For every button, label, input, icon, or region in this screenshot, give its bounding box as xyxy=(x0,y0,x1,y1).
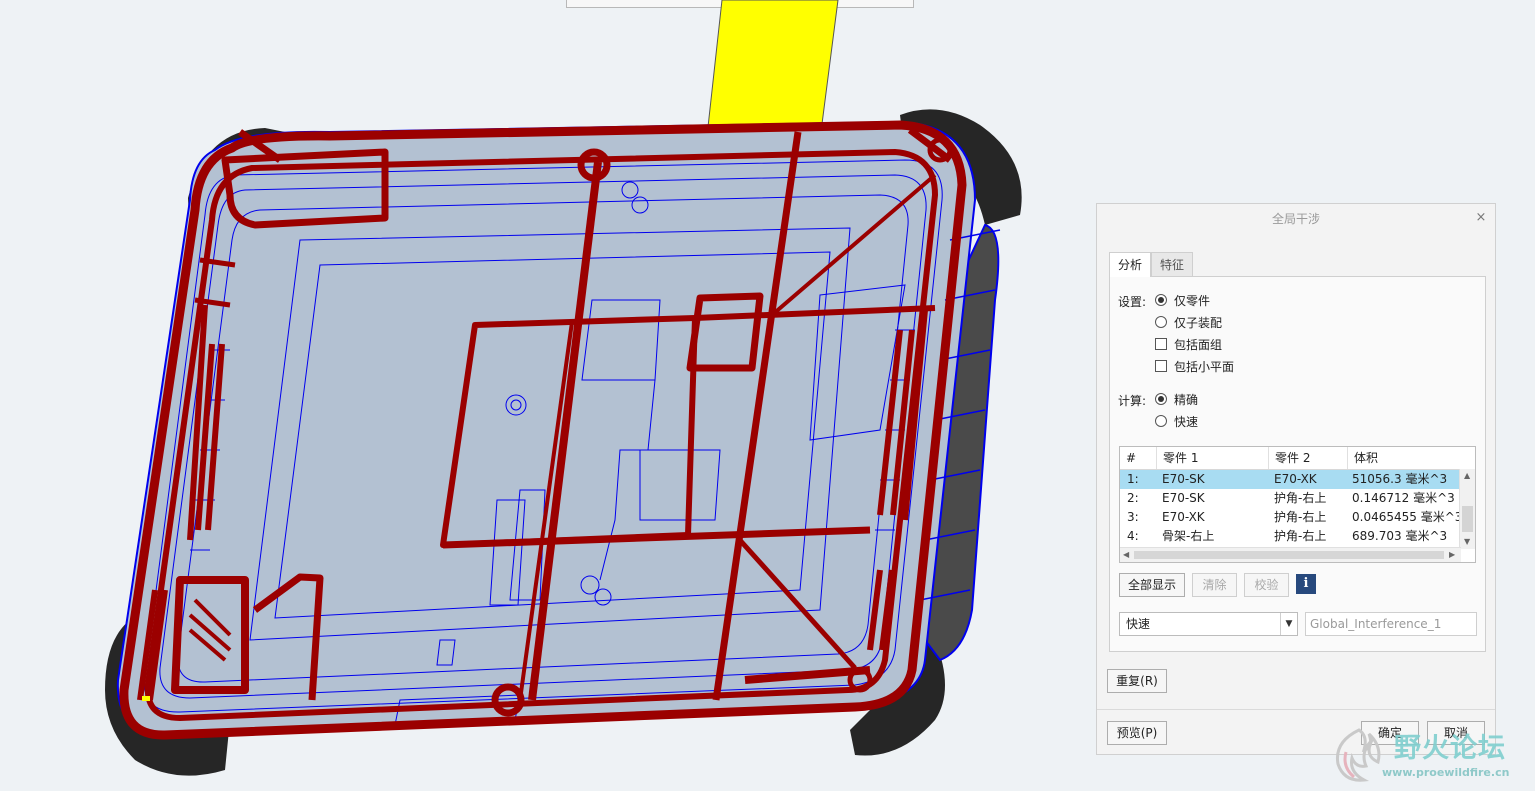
radio-selected-icon xyxy=(1155,393,1167,405)
column-header-part2[interactable]: 零件 2 xyxy=(1268,447,1347,469)
checkbox-icon xyxy=(1155,338,1167,350)
radio-unselected-icon xyxy=(1155,415,1167,427)
row-volume: 51056.3 毫米^3 xyxy=(1352,472,1448,486)
row-part2: 护角-右上 xyxy=(1274,491,1327,505)
tab-analysis[interactable]: 分析 xyxy=(1109,252,1152,277)
show-all-button[interactable]: 全部显示 xyxy=(1119,573,1185,597)
table-row[interactable]: 1: E70-SK E70-XK 51056.3 毫米^3 xyxy=(1120,470,1461,489)
chevron-down-icon: ▼ xyxy=(1280,613,1297,635)
table-vertical-scrollbar[interactable]: ▲ ▼ xyxy=(1459,469,1475,549)
forum-watermark: 野火论坛 www.proewildfire.cn xyxy=(1322,720,1535,791)
radio-subassembly-label: 仅子装配 xyxy=(1174,316,1223,330)
radio-part-only-label: 仅零件 xyxy=(1174,294,1211,308)
column-header-part1[interactable]: 零件 1 xyxy=(1156,447,1268,469)
table-row[interactable]: 2: E70-SK 护角-右上 0.146712 毫米^3 xyxy=(1120,489,1461,508)
scroll-left-icon[interactable]: ◀ xyxy=(1123,550,1129,560)
close-icon[interactable]: × xyxy=(1475,211,1487,224)
vertical-scroll-thumb[interactable] xyxy=(1462,506,1473,532)
radio-quick[interactable]: 快速 xyxy=(1155,413,1198,431)
radio-quick-label: 快速 xyxy=(1174,415,1199,429)
row-part2: E70-XK xyxy=(1274,472,1317,486)
row-volume: 0.146712 毫米^3 xyxy=(1352,491,1455,505)
repeat-button[interactable]: 重复(R) xyxy=(1107,669,1167,693)
checkbox-include-quilts[interactable]: 包括面组 xyxy=(1155,336,1222,354)
radio-subassembly-only[interactable]: 仅子装配 xyxy=(1155,314,1222,332)
row-volume: 0.0465455 毫米^3 xyxy=(1352,510,1463,524)
radio-part-only[interactable]: 仅零件 xyxy=(1155,292,1210,310)
watermark-url: www.proewildfire.cn xyxy=(1382,766,1510,779)
row-part1: E70-SK xyxy=(1162,491,1205,505)
compute-method-value: 快速 xyxy=(1126,617,1151,631)
settings-label: 设置: xyxy=(1118,295,1147,309)
checkbox-icon xyxy=(1155,360,1167,372)
yellow-marker xyxy=(142,696,150,701)
radio-exact-label: 精确 xyxy=(1174,393,1199,407)
info-icon[interactable]: i xyxy=(1296,574,1316,594)
radio-selected-icon xyxy=(1155,294,1167,306)
row-volume: 689.703 毫米^3 xyxy=(1352,529,1448,543)
checkbox-include-facets-label: 包括小平面 xyxy=(1174,360,1235,374)
row-part2: 护角-右上 xyxy=(1274,529,1327,543)
interference-results-table[interactable]: # 零件 1 零件 2 体积 1: E70-SK E70-XK 51056.3 … xyxy=(1119,446,1476,563)
row-number: 2: xyxy=(1127,491,1139,505)
row-part1: 骨架-右上 xyxy=(1162,529,1215,543)
scroll-down-icon[interactable]: ▼ xyxy=(1464,537,1470,547)
table-row[interactable]: 3: E70-XK 护角-右上 0.0465455 毫米^3 xyxy=(1120,508,1463,527)
yellow-datum-plane xyxy=(707,0,839,128)
dialog-title: 全局干涉 xyxy=(1097,204,1495,234)
checkbox-include-facets[interactable]: 包括小平面 xyxy=(1155,358,1234,376)
scroll-up-icon[interactable]: ▲ xyxy=(1464,471,1470,481)
tab-feature[interactable]: 特征 xyxy=(1151,252,1194,276)
watermark-title: 野火论坛 xyxy=(1394,733,1506,764)
table-horizontal-scrollbar[interactable]: ◀ ▶ xyxy=(1120,547,1461,562)
row-part1: E70-SK xyxy=(1162,472,1205,486)
table-header: # 零件 1 零件 2 体积 xyxy=(1120,447,1461,470)
column-header-volume[interactable]: 体积 xyxy=(1347,447,1461,469)
row-number: 3: xyxy=(1127,510,1139,524)
row-part1: E70-XK xyxy=(1162,510,1205,524)
checkbox-include-quilts-label: 包括面组 xyxy=(1174,338,1223,352)
row-part2: 护角-右上 xyxy=(1274,510,1327,524)
scroll-right-icon[interactable]: ▶ xyxy=(1449,550,1455,560)
interference-name-field[interactable]: Global_Interference_1 xyxy=(1305,612,1477,636)
radio-unselected-icon xyxy=(1155,316,1167,328)
compute-method-dropdown[interactable]: 快速 ▼ xyxy=(1119,612,1298,636)
verify-button[interactable]: 校验 xyxy=(1244,573,1289,597)
column-header-number[interactable]: # xyxy=(1120,447,1156,469)
radio-exact[interactable]: 精确 xyxy=(1155,391,1198,409)
global-interference-dialog: 全局干涉 × 分析 特征 设置: 仅零件 仅子装配 包括面组 包括小平面 计算:… xyxy=(1096,203,1496,755)
compute-label: 计算: xyxy=(1118,394,1147,408)
row-number: 1: xyxy=(1127,472,1139,486)
table-row[interactable]: 4: 骨架-右上 护角-右上 689.703 毫米^3 xyxy=(1120,527,1461,546)
preview-button[interactable]: 预览(P) xyxy=(1107,721,1167,745)
horizontal-scroll-thumb[interactable] xyxy=(1134,551,1444,559)
clear-button[interactable]: 清除 xyxy=(1192,573,1237,597)
analysis-panel: 设置: 仅零件 仅子装配 包括面组 包括小平面 计算: 精确 快速 # 零件 1… xyxy=(1109,276,1486,652)
row-number: 4: xyxy=(1127,529,1139,543)
footer-divider xyxy=(1097,709,1495,710)
